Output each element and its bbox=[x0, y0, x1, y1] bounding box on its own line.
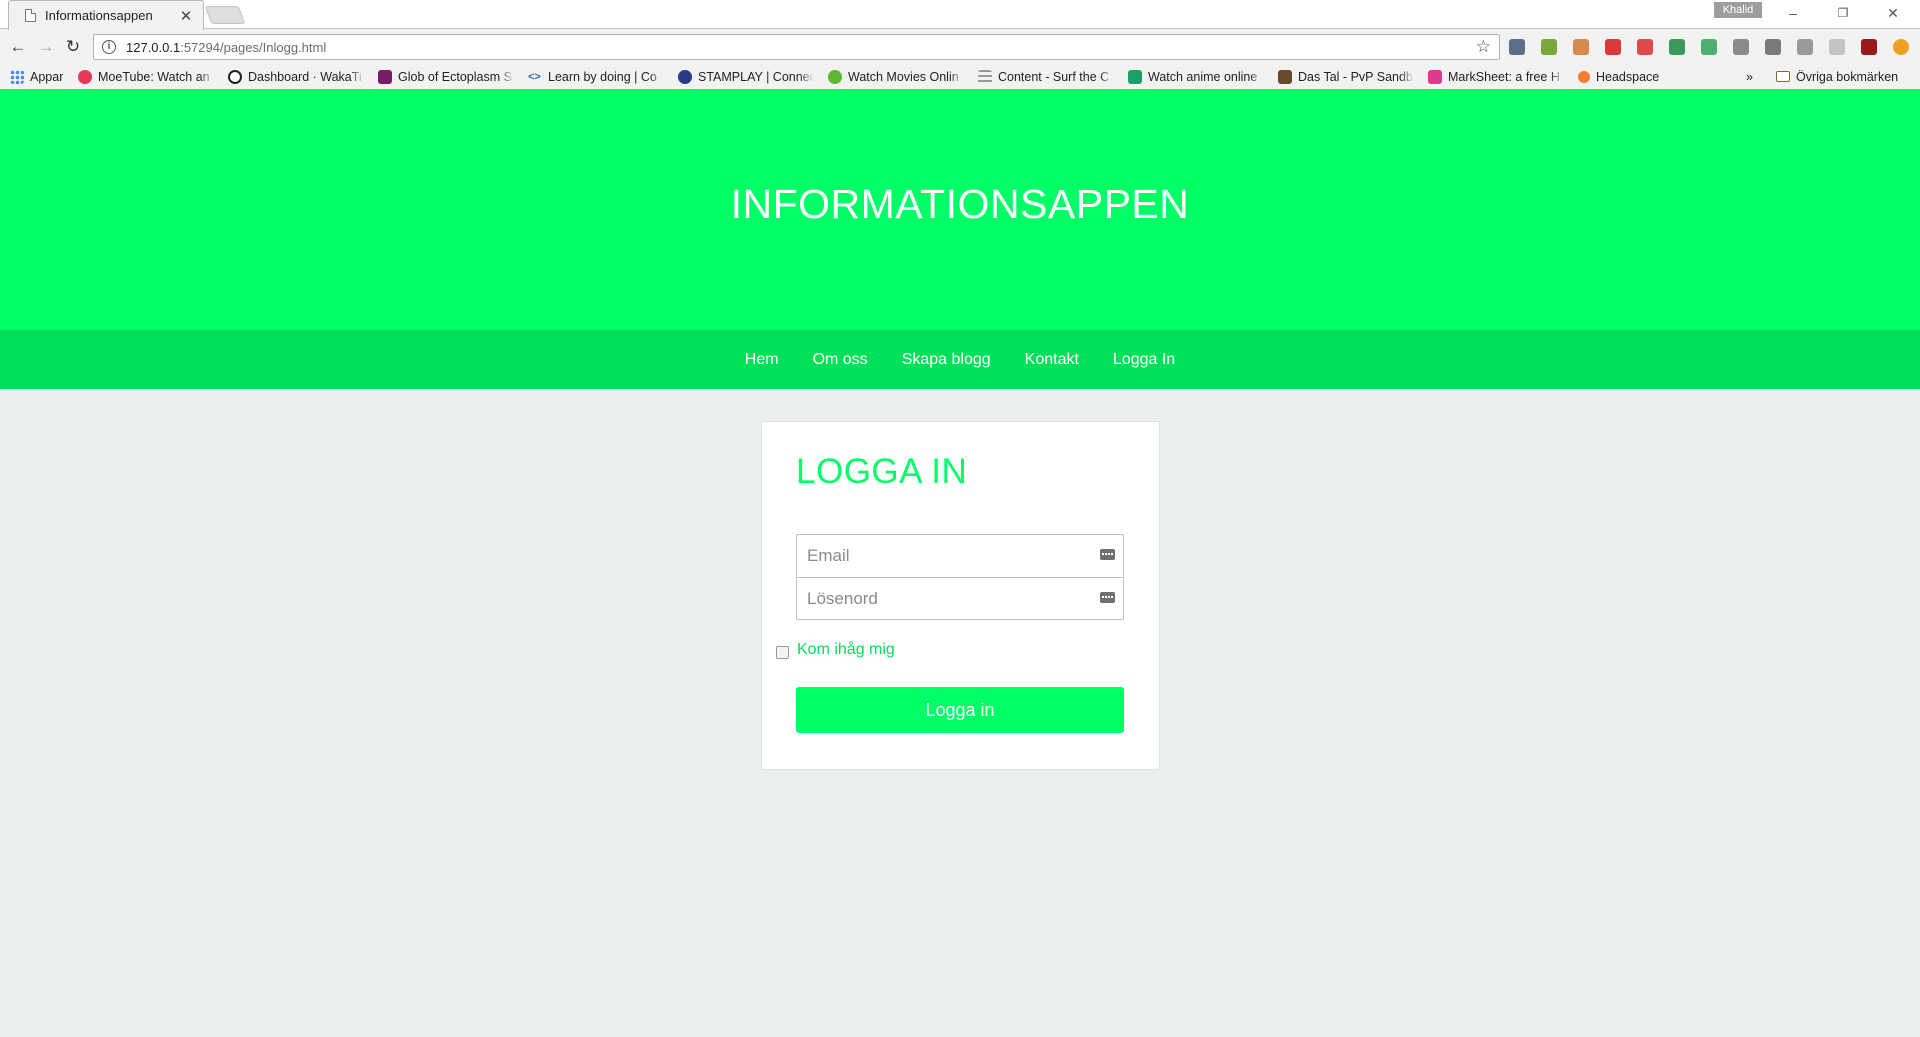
extension-icon[interactable] bbox=[1701, 39, 1717, 55]
bookmark-ectoplasm[interactable]: Glob of Ectoplasm S bbox=[378, 68, 514, 85]
page-icon bbox=[25, 9, 36, 22]
remember-me-checkbox[interactable] bbox=[776, 646, 789, 659]
bookmarks-bar: Appar MoeTube: Watch an Dashboard · Waka… bbox=[0, 64, 1920, 89]
email-field-wrapper bbox=[797, 535, 1123, 577]
bookmark-star-icon[interactable]: ☆ bbox=[1476, 37, 1491, 57]
nav-item-kontakt[interactable]: Kontakt bbox=[1008, 351, 1096, 369]
login-heading: LOGGA IN bbox=[796, 452, 968, 491]
email-field[interactable] bbox=[797, 535, 1123, 577]
nav-item-logga-in[interactable]: Logga In bbox=[1096, 351, 1192, 369]
bookmark-content[interactable]: Content - Surf the C bbox=[978, 68, 1114, 85]
web-page: INFORMATIONSAPPEN Hem Om oss Skapa blogg… bbox=[0, 89, 1920, 1037]
site-header: INFORMATIONSAPPEN bbox=[0, 89, 1920, 330]
extension-icon[interactable] bbox=[1669, 39, 1685, 55]
url-host: 127.0.0.1 bbox=[126, 39, 181, 55]
extension-icon[interactable] bbox=[1541, 39, 1557, 55]
bookmark-moetube[interactable]: MoeTube: Watch an bbox=[78, 68, 214, 85]
url-path: :57294/pages/Inlogg.html bbox=[180, 39, 327, 55]
extension-icon[interactable] bbox=[1733, 39, 1749, 55]
extension-icon[interactable] bbox=[1637, 39, 1653, 55]
apps-grid-icon bbox=[10, 69, 24, 84]
site-info-icon[interactable]: i bbox=[102, 40, 116, 54]
bookmark-marksheet[interactable]: MarkSheet: a free H bbox=[1428, 68, 1564, 85]
bookmark-das-tal[interactable]: Das Tal - PvP Sandb bbox=[1278, 68, 1414, 85]
main-navigation: Hem Om oss Skapa blogg Kontakt Logga In bbox=[0, 330, 1920, 389]
other-bookmarks-folder[interactable]: Övriga bokmärken bbox=[1776, 68, 1916, 85]
eyedropper-extension-icon[interactable] bbox=[1509, 39, 1525, 55]
bookmark-headspace[interactable]: Headspace bbox=[1578, 68, 1678, 85]
marksheet-icon bbox=[1428, 69, 1442, 84]
extension-icon[interactable] bbox=[1829, 39, 1845, 55]
remember-me-row: Kom ihåg mig bbox=[776, 641, 895, 659]
tab-close-icon[interactable]: ✕ bbox=[179, 7, 193, 25]
back-button[interactable]: ← bbox=[8, 37, 28, 57]
autofill-key-icon[interactable] bbox=[1100, 549, 1115, 560]
site-title: INFORMATIONSAPPEN bbox=[730, 181, 1190, 227]
headspace-icon bbox=[1578, 70, 1590, 83]
tab-title: Informationsappen bbox=[45, 8, 153, 23]
autofill-key-icon[interactable] bbox=[1100, 592, 1115, 603]
nav-item-hem[interactable]: Hem bbox=[728, 351, 796, 369]
extension-icon[interactable] bbox=[1573, 39, 1589, 55]
address-bar[interactable]: i 127.0.0.1:57294/pages/Inlogg.html ☆ bbox=[93, 34, 1500, 60]
restore-button[interactable]: ❐ bbox=[1820, 2, 1866, 24]
extension-icon[interactable] bbox=[1893, 39, 1909, 55]
login-field-group bbox=[796, 534, 1124, 620]
nav-item-om-oss[interactable]: Om oss bbox=[796, 351, 885, 369]
folder-icon bbox=[1776, 71, 1790, 82]
content-icon bbox=[978, 69, 992, 84]
bookmark-stamplay[interactable]: STAMPLAY | Connec bbox=[678, 68, 814, 85]
login-submit-button[interactable]: Logga in bbox=[796, 687, 1124, 733]
bookmark-wakatime[interactable]: Dashboard · WakaTi bbox=[228, 68, 364, 85]
reload-button[interactable]: ↻ bbox=[63, 37, 83, 57]
code-icon: <> bbox=[528, 70, 541, 83]
close-window-button[interactable]: ✕ bbox=[1870, 2, 1916, 24]
extension-icon[interactable] bbox=[1605, 39, 1621, 55]
browser-toolbar: ← → ↻ i 127.0.0.1:57294/pages/Inlogg.htm… bbox=[0, 30, 1920, 64]
profile-badge[interactable]: Khalid bbox=[1714, 2, 1762, 18]
bookmark-watch-movies[interactable]: Watch Movies Onlin bbox=[828, 68, 964, 85]
bookmark-learn-by-doing[interactable]: <> Learn by doing | Co bbox=[528, 68, 664, 85]
anime-icon bbox=[1128, 69, 1142, 84]
extension-icon[interactable] bbox=[1797, 39, 1813, 55]
bookmark-appar[interactable]: Appar bbox=[10, 68, 70, 85]
login-card: LOGGA IN Kom ihåg mig Logga in bbox=[761, 421, 1160, 770]
stamplay-icon bbox=[678, 69, 692, 84]
password-field[interactable] bbox=[797, 578, 1123, 619]
bookmark-watch-anime[interactable]: Watch anime online bbox=[1128, 68, 1264, 85]
ectoplasm-icon bbox=[378, 69, 392, 84]
moetube-icon bbox=[78, 69, 92, 84]
play-icon bbox=[828, 69, 842, 84]
bookmarks-overflow-chevron[interactable]: » bbox=[1746, 68, 1760, 85]
forward-button[interactable]: → bbox=[36, 37, 56, 57]
new-tab-button[interactable] bbox=[204, 6, 246, 24]
tab-strip: Informationsappen ✕ Khalid – ❐ ✕ bbox=[0, 0, 1920, 30]
dastal-icon bbox=[1278, 69, 1292, 84]
cast-icon[interactable] bbox=[1765, 39, 1781, 55]
browser-tab[interactable]: Informationsappen ✕ bbox=[8, 0, 204, 30]
remember-me-label[interactable]: Kom ihåg mig bbox=[797, 641, 895, 659]
password-field-wrapper bbox=[797, 577, 1123, 619]
ublock-icon[interactable] bbox=[1861, 39, 1877, 55]
browser-chrome: Informationsappen ✕ Khalid – ❐ ✕ ← → ↻ i… bbox=[0, 0, 1920, 89]
nav-item-skapa-blogg[interactable]: Skapa blogg bbox=[885, 351, 1008, 369]
minimize-button[interactable]: – bbox=[1770, 2, 1816, 24]
wakatime-icon bbox=[228, 69, 242, 84]
